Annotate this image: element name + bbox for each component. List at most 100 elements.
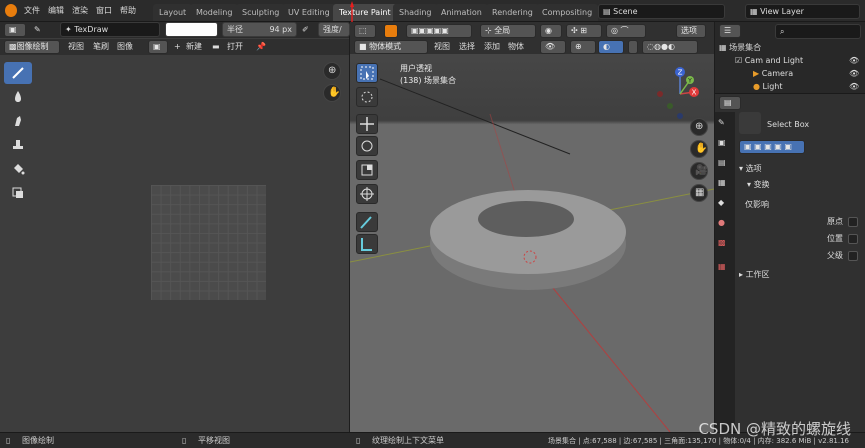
tab-uv-editing[interactable]: UV Editing — [282, 4, 336, 21]
viewport-menu-view[interactable]: 视图 — [434, 41, 450, 53]
tab-texture-paint[interactable]: Texture Paint — [333, 4, 397, 21]
viewport-menu-object[interactable]: 物体 — [508, 41, 524, 53]
scene-selector[interactable]: ▤ Scene — [598, 4, 725, 19]
snap-toggle[interactable]: ✣ ⊞ — [566, 24, 602, 38]
render-tab-icon[interactable]: ▣ — [718, 138, 726, 147]
navigation-gizmo[interactable]: Z X Y — [650, 64, 702, 124]
tool-soften[interactable] — [4, 86, 32, 108]
image-browse-button[interactable]: ▣ — [148, 40, 168, 54]
camera-row[interactable]: ▶ Camera — [753, 67, 793, 80]
view-layer-selector[interactable]: ▦ View Layer — [745, 4, 860, 19]
radius-field[interactable]: 半径 94 px — [222, 22, 297, 37]
view-layer-tab-icon[interactable]: ▦ — [718, 178, 726, 187]
tool-cursor[interactable] — [356, 87, 378, 107]
menu-help[interactable]: 帮助 — [116, 4, 140, 18]
menu-window[interactable]: 窗口 — [92, 4, 116, 18]
light-row[interactable]: ● Light — [753, 80, 783, 93]
eye-icon[interactable]: 👁 — [849, 67, 859, 80]
orientation-dropdown[interactable]: ⊹ 全局 — [480, 24, 536, 38]
outliner-search[interactable]: ⌕ — [775, 24, 861, 39]
cam-light-row[interactable]: ☑ Cam and Light — [735, 54, 803, 67]
zoom-view-icon[interactable]: ⊕ — [323, 62, 341, 80]
outliner[interactable]: ☰ ⌕ ▦ 场景集合 ☑ Cam and Light ▶ Camera ● Li… — [715, 22, 865, 94]
menu-view[interactable]: 视图 — [68, 41, 84, 53]
tool-rotate[interactable] — [356, 136, 378, 156]
viewport-zoom-icon[interactable]: ⊕ — [690, 118, 708, 136]
output-tab-icon[interactable]: ▤ — [718, 158, 726, 167]
options-section[interactable]: ▾ 选项 — [739, 162, 762, 175]
tool-annotate[interactable] — [356, 212, 378, 232]
ortho-grid-icon[interactable]: ▦ — [690, 184, 708, 202]
tool-measure[interactable] — [356, 234, 378, 254]
xray-toggle[interactable] — [628, 40, 638, 54]
folder-icon[interactable]: ▬ — [212, 41, 220, 53]
tab-rendering[interactable]: Rendering — [486, 4, 539, 21]
tool-move[interactable] — [356, 114, 378, 134]
tool-tab-icon[interactable]: ✎ — [718, 118, 725, 127]
eye-icon[interactable]: 👁 — [849, 54, 859, 67]
strength-field[interactable]: 强度/力 — [318, 22, 350, 37]
tab-animation[interactable]: Animation — [435, 4, 488, 21]
tool-scale[interactable] — [356, 160, 378, 180]
open-image-label[interactable]: 打开 — [227, 41, 243, 53]
properties-editor[interactable]: ▤ ✎ ▣ ▤ ▦ ◆ ● ▩ ▦ Select Box ▣ ▣ ▣ ▣ ▣ ▾… — [715, 94, 865, 432]
texture-tab-icon[interactable]: ▩ — [718, 238, 726, 247]
eye-icon[interactable]: 👁 — [849, 80, 859, 93]
menu-brush[interactable]: 笔刷 — [93, 41, 109, 53]
collection-checkbox-icon[interactable]: ☑ — [735, 56, 745, 65]
select-cursor-icon[interactable] — [384, 24, 398, 38]
transform-section[interactable]: ▾ 变换 — [747, 178, 770, 191]
workspace-section[interactable]: ▸ 工作区 — [739, 268, 770, 281]
proportional-edit[interactable]: ◎ ⌒ — [606, 24, 646, 38]
origins-checkbox[interactable] — [848, 217, 858, 227]
object-mode-dropdown[interactable]: ■ 物体模式 — [354, 40, 428, 54]
outliner-editor-type[interactable]: ☰ — [719, 24, 741, 38]
viewport-pan-icon[interactable]: ✋ — [690, 140, 708, 158]
tool-clone[interactable] — [4, 134, 32, 156]
tab-layout[interactable]: Layout — [153, 4, 193, 21]
tool-mask[interactable] — [4, 182, 32, 204]
pivot-dropdown[interactable]: ◉ — [540, 24, 562, 38]
menu-image[interactable]: 图像 — [117, 41, 133, 53]
color-swatch[interactable] — [165, 22, 218, 37]
blender-logo-icon[interactable] — [5, 4, 17, 17]
selection-mode-buttons[interactable]: ▣▣▣▣▣ — [406, 24, 472, 38]
viewport-menu-select[interactable]: 选择 — [459, 41, 475, 53]
pin-icon[interactable]: 📌 — [256, 41, 266, 53]
gizmo-toggle[interactable]: ⊕ — [570, 40, 596, 54]
checker-tab-icon[interactable]: ▦ — [718, 262, 726, 271]
parents-checkbox[interactable] — [848, 251, 858, 261]
pressure-icon[interactable]: ✐ — [302, 24, 309, 36]
overlay-toggle[interactable]: ◐ — [598, 40, 624, 54]
scene-collection-row[interactable]: ▦ 场景集合 — [719, 41, 761, 54]
3d-viewport[interactable]: ⬚ ▣▣▣▣▣ ⊹ 全局 ◉ ✣ ⊞ ◎ ⌒ 选项 ■ 物体模式 视图 选择 添… — [350, 22, 714, 432]
properties-editor-type[interactable]: ▤ — [719, 96, 741, 110]
menu-file[interactable]: 文件 — [20, 4, 44, 18]
shading-buttons[interactable]: ◌◍●◐ — [642, 40, 698, 54]
image-mode-dropdown[interactable]: ▩图像绘制 — [4, 40, 60, 54]
editor-type-button[interactable]: ▣ — [4, 23, 26, 37]
tool-fill[interactable] — [4, 158, 32, 180]
select-mode-buttons[interactable]: ▣ ▣ ▣ ▣ ▣ — [739, 140, 805, 154]
tool-smear[interactable] — [4, 110, 32, 132]
tab-shading[interactable]: Shading — [393, 4, 438, 21]
new-image-icon[interactable]: + — [174, 41, 181, 53]
image-editor[interactable]: ▣ ✎ ✦ TexDraw 半径 94 px ✐ 强度/力 ▩图像绘制 视图 笔… — [0, 22, 350, 432]
new-image-label[interactable]: 新建 — [186, 41, 202, 53]
options-dropdown[interactable]: 选项 — [676, 24, 706, 38]
image-canvas[interactable] — [151, 185, 266, 300]
pan-hand-icon[interactable]: ✋ — [323, 84, 341, 102]
tool-draw[interactable] — [4, 62, 32, 84]
tab-sculpting[interactable]: Sculpting — [236, 4, 286, 21]
scene-tab-icon[interactable]: ◆ — [718, 198, 724, 207]
menu-render[interactable]: 渲染 — [68, 4, 92, 18]
visibility-dropdown[interactable]: 👁 — [540, 40, 566, 54]
viewport-editor-type[interactable]: ⬚ — [354, 24, 376, 38]
tab-compositing[interactable]: Compositing — [536, 4, 599, 21]
menu-edit[interactable]: 编辑 — [44, 4, 68, 18]
brush-selector[interactable]: ✦ TexDraw — [60, 22, 160, 37]
viewport-menu-add[interactable]: 添加 — [484, 41, 500, 53]
camera-view-icon[interactable]: 🎥 — [690, 162, 708, 180]
tool-transform[interactable] — [356, 184, 378, 204]
locations-checkbox[interactable] — [848, 234, 858, 244]
